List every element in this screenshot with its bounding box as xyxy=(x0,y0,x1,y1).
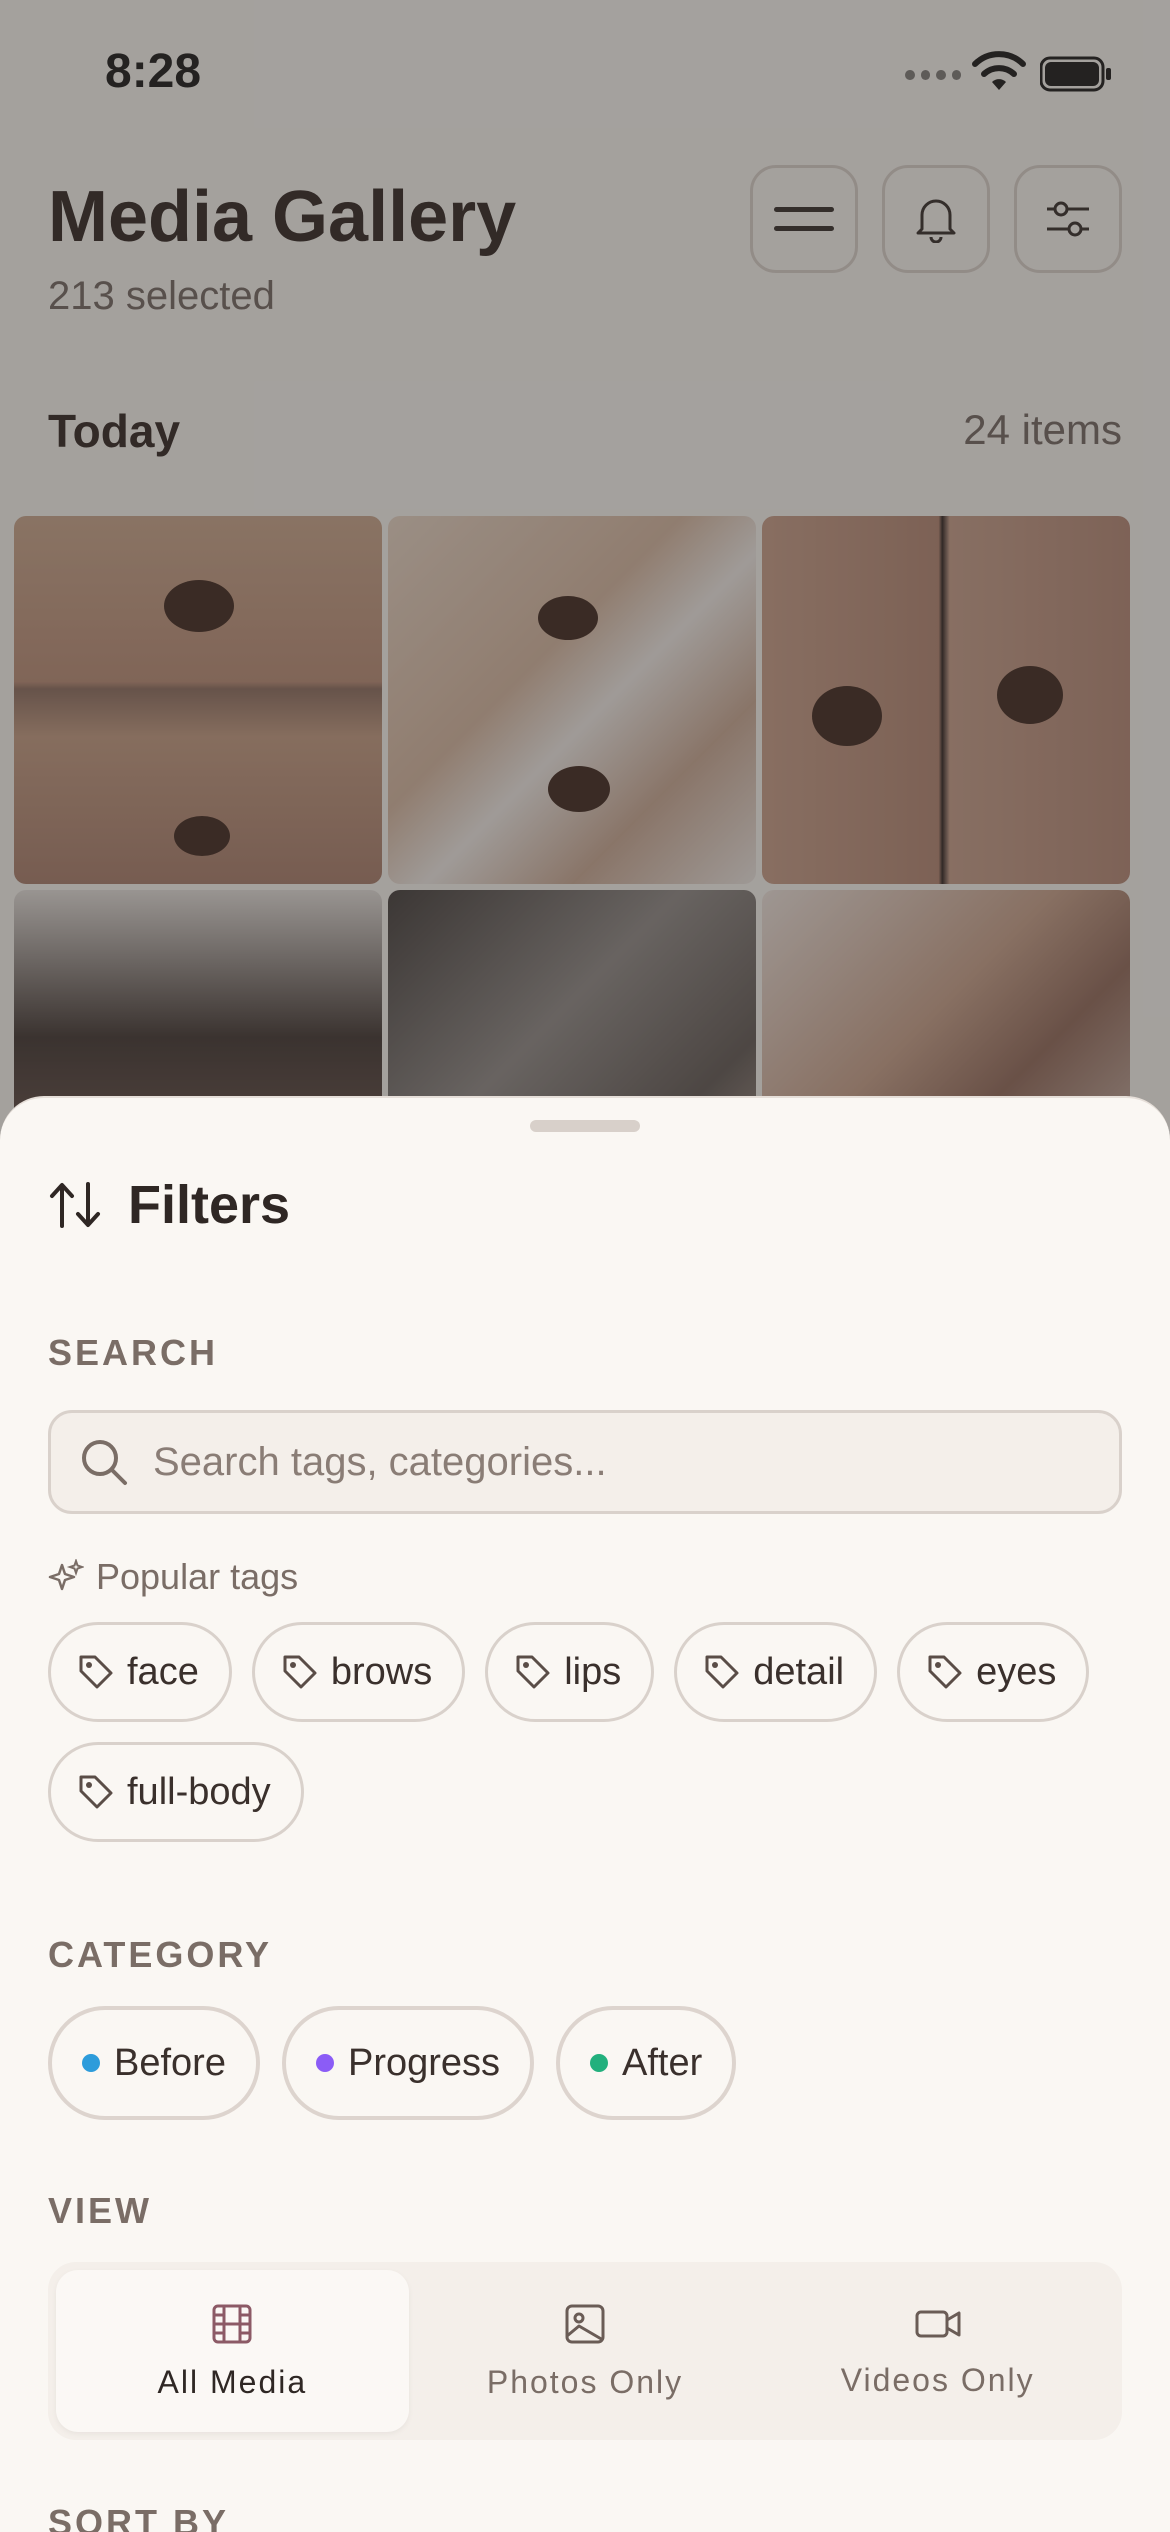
tag-chip-brows[interactable]: brows xyxy=(251,1622,466,1722)
tag-label: face xyxy=(127,1650,199,1693)
category-label-text: Before xyxy=(114,2041,226,2084)
view-option-photos-only[interactable]: Photos Only xyxy=(409,2270,762,2432)
tag-label: full-body xyxy=(127,1770,271,1813)
tag-chip-face[interactable]: face xyxy=(48,1622,232,1722)
category-chip-before[interactable]: Before xyxy=(48,2006,260,2120)
category-label-text: After xyxy=(622,2041,703,2084)
video-icon xyxy=(915,2310,961,2337)
view-option-label: Photos Only xyxy=(486,2363,684,2400)
popular-tags-label: Popular tags xyxy=(96,1556,299,1597)
tag-chip-detail[interactable]: detail xyxy=(674,1622,878,1722)
tag-chip-eyes[interactable]: eyes xyxy=(897,1622,1090,1722)
tag-label: detail xyxy=(753,1650,845,1693)
tag-label: eyes xyxy=(976,1650,1057,1693)
search-input[interactable] xyxy=(153,1439,1053,1485)
tag-list: face brows lips detail eyes full-body xyxy=(48,1622,1128,1842)
category-label: CATEGORY xyxy=(48,1934,273,1975)
tag-label: lips xyxy=(564,1650,622,1693)
tag-icon xyxy=(283,1655,317,1689)
category-dot xyxy=(590,2054,609,2072)
sheet-handle[interactable] xyxy=(530,1120,640,1132)
sheet-header: Filters xyxy=(48,1174,290,1236)
category-label-text: Progress xyxy=(347,2041,501,2084)
search-field[interactable] xyxy=(48,1410,1122,1514)
popular-tags-header: Popular tags xyxy=(48,1556,298,1598)
sort-by-label: SORT BY xyxy=(48,2502,230,2532)
filters-sheet: Filters SEARCH Popular tags face brows l… xyxy=(0,1096,1170,2532)
sparkles-icon xyxy=(48,1559,84,1591)
sort-arrows-icon xyxy=(50,1182,100,1228)
tag-chip-lips[interactable]: lips xyxy=(485,1622,655,1722)
tag-icon xyxy=(705,1655,739,1689)
film-icon xyxy=(212,2304,252,2343)
sheet-title: Filters xyxy=(128,1175,291,1235)
tag-icon xyxy=(516,1655,550,1689)
category-dot xyxy=(82,2054,100,2072)
category-list: Before Progress After xyxy=(48,2006,737,2120)
tag-icon xyxy=(928,1655,962,1689)
tag-icon xyxy=(79,1775,113,1809)
view-option-videos-only[interactable]: Videos Only xyxy=(761,2270,1114,2432)
image-icon xyxy=(565,2304,605,2343)
view-option-label: All Media xyxy=(157,2363,308,2400)
tag-label: brows xyxy=(330,1650,433,1693)
view-option-all-media[interactable]: All Media xyxy=(56,2270,409,2432)
category-dot xyxy=(315,2054,334,2072)
search-label: SEARCH xyxy=(48,1332,219,1373)
view-option-label: Videos Only xyxy=(840,2361,1035,2398)
tag-icon xyxy=(79,1655,113,1689)
search-icon xyxy=(82,1440,127,1485)
view-segmented-control: All Media Photos Only Videos Only xyxy=(48,2262,1122,2440)
category-chip-progress[interactable]: Progress xyxy=(281,2006,535,2120)
view-label: VIEW xyxy=(48,2190,153,2231)
category-chip-after[interactable]: After xyxy=(556,2006,737,2120)
tag-chip-full-body[interactable]: full-body xyxy=(48,1742,304,1842)
